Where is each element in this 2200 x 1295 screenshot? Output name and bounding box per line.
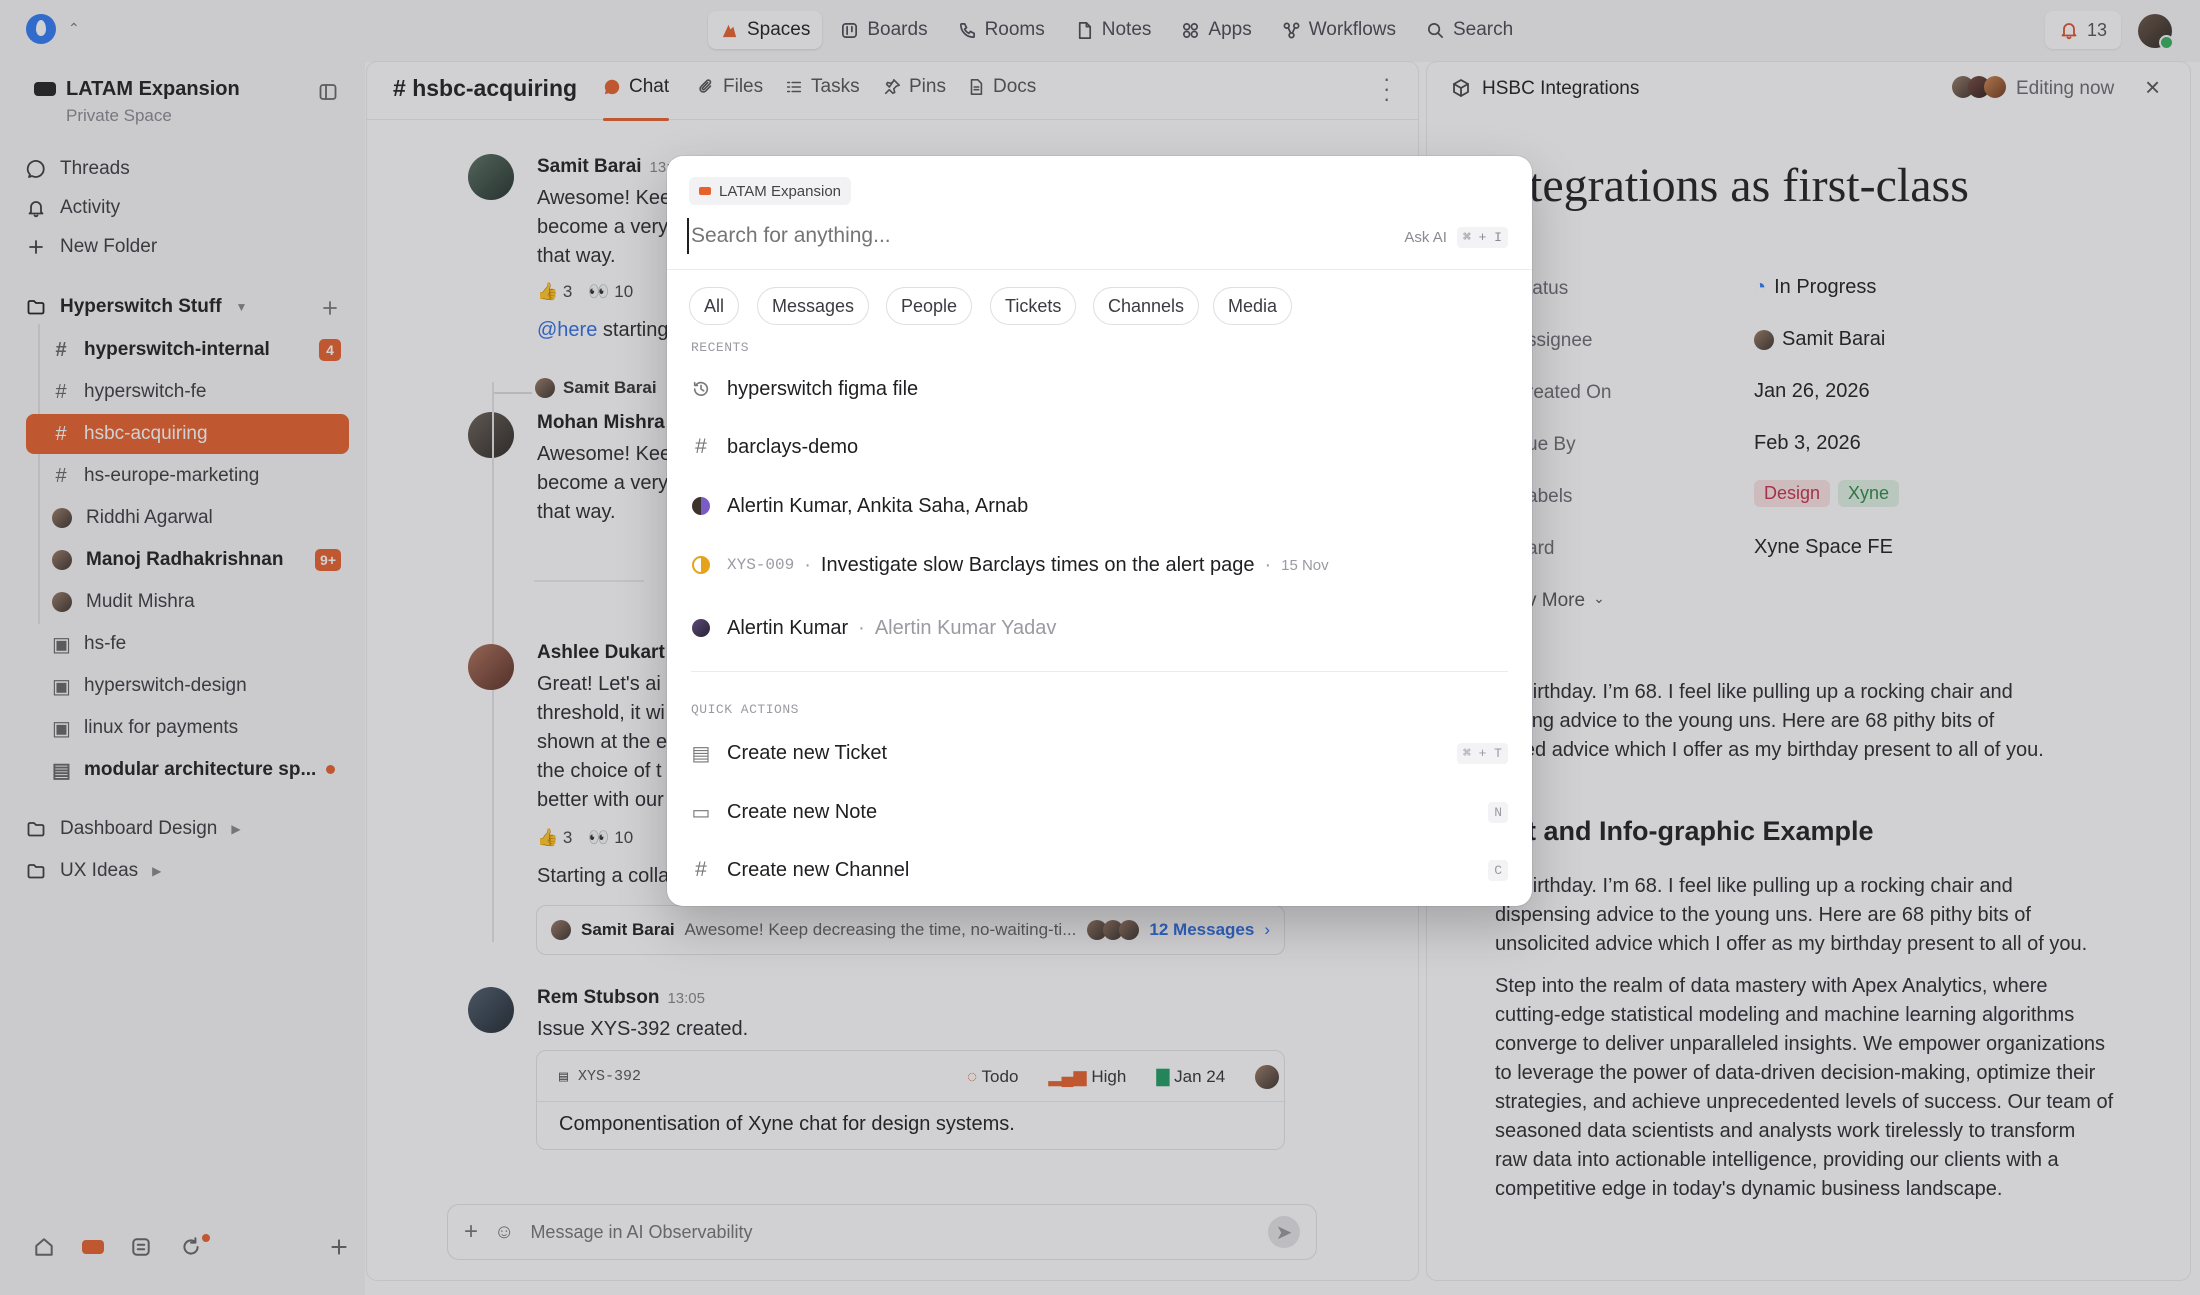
space-icon: [699, 187, 711, 195]
section-quick-actions: QUICK ACTIONS: [691, 702, 799, 717]
scope-label: LATAM Expansion: [719, 182, 841, 200]
recent-item[interactable]: Alertin Kumar, Ankita Saha, Arnab: [691, 484, 1508, 528]
command-palette: LATAM Expansion Ask AI ⌘ + I All Message…: [667, 156, 1532, 906]
action-create-ticket[interactable]: ▤ Create new Ticket ⌘ + T: [691, 731, 1508, 775]
shortcut-hint: ⌘ + I: [1456, 227, 1508, 248]
shortcut-hint: N: [1488, 801, 1508, 823]
filter-messages[interactable]: Messages: [757, 287, 870, 325]
hash-icon: #: [695, 858, 707, 881]
in-progress-icon: [692, 556, 710, 574]
section-recents: RECENTS: [691, 340, 750, 355]
separator: ·: [804, 553, 811, 576]
action-create-channel[interactable]: # Create new Channel C: [691, 848, 1508, 892]
shortcut-hint: ⌘ + T: [1456, 742, 1508, 764]
note-icon: ▭: [691, 801, 711, 824]
recent-label: Alertin Kumar, Ankita Saha, Arnab: [727, 494, 1029, 517]
recent-label: hyperswitch figma file: [727, 377, 919, 400]
filter-media[interactable]: Media: [1213, 287, 1293, 325]
ticket-icon: ▤: [691, 742, 711, 765]
history-icon: [693, 381, 709, 397]
recent-label: barclays-demo: [727, 435, 859, 458]
avatar: [692, 619, 710, 637]
recent-item[interactable]: XYS-009 · Investigate slow Barclays time…: [691, 543, 1508, 587]
search-input[interactable]: [687, 218, 1337, 254]
recent-item[interactable]: hyperswitch figma file: [691, 367, 1508, 411]
filter-channels[interactable]: Channels: [1093, 287, 1200, 325]
action-label: Create new Note: [727, 800, 878, 823]
ask-ai-button[interactable]: Ask AI ⌘ + I: [1404, 227, 1508, 248]
ticket-date: 15 Nov: [1281, 556, 1329, 574]
recent-sublabel: Alertin Kumar Yadav: [874, 616, 1057, 639]
action-create-note[interactable]: ▭ Create new Note N: [691, 790, 1508, 834]
recent-label: Alertin Kumar: [727, 616, 849, 639]
action-label: Create new Channel: [727, 858, 910, 881]
recent-item[interactable]: # barclays-demo: [691, 425, 1508, 469]
scope-chip[interactable]: LATAM Expansion: [689, 177, 851, 205]
filter-people[interactable]: People: [886, 287, 973, 325]
separator: ·: [858, 616, 865, 639]
divider: [691, 671, 1508, 672]
recent-item[interactable]: Alertin Kumar · Alertin Kumar Yadav: [691, 606, 1508, 650]
recent-label: Investigate slow Barclays times on the a…: [820, 553, 1255, 576]
ticket-id: XYS-009: [727, 556, 795, 574]
separator: ·: [1264, 553, 1272, 576]
group-avatar-icon: [692, 497, 710, 515]
divider: [667, 269, 1532, 270]
ask-ai-label: Ask AI: [1404, 229, 1447, 246]
hash-icon: #: [695, 435, 707, 458]
filter-tickets[interactable]: Tickets: [990, 287, 1077, 325]
shortcut-hint: C: [1488, 859, 1508, 881]
filter-all[interactable]: All: [689, 287, 740, 325]
action-label: Create new Ticket: [727, 741, 888, 764]
